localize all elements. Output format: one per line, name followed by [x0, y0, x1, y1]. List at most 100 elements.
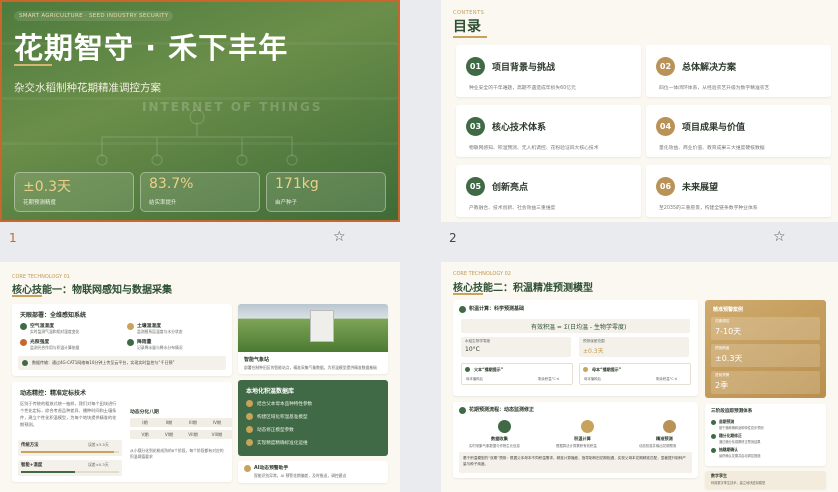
slide-number: 2 [449, 231, 457, 245]
star-icon[interactable]: ☆ [773, 229, 786, 245]
stat-value: ±0.3天 [23, 179, 71, 195]
db-item: 构建区域化积温基准模型 [257, 415, 308, 420]
toc-title: 项目成果与价值 [682, 123, 746, 133]
card-title: 三阶段追踪预测体系 [711, 409, 753, 414]
stat-label: 花期预测精度 [23, 200, 57, 206]
toc-desc: 物联网感知、积温预测、无人机调控、花粉验证四大核心技术 [469, 146, 599, 151]
grid-note: 从小穗分化到花粉成熟的8个阶段，每个阶段都有对应的积温阈值要求 [130, 448, 224, 459]
dynamic-card: 动态精控：精准定标技术 区别于传统的粗放式统一抽样，我们对每个田块进行个性化定标… [12, 382, 232, 482]
check-icon [711, 420, 716, 425]
station-box [310, 310, 334, 342]
twin-card: 数字孪生 利用数字孪生技术，建立地块虚拟模型 [705, 471, 826, 489]
formula-box: 有效积温 = Σ(日均温 - 生物学零度) [461, 319, 690, 333]
case-label: 花期调控 [715, 319, 730, 323]
transmit-bar: 数据传输：通过4G-CAT1网络每10分钟上传至云平台，实现实时监控与“千日预” [18, 356, 226, 370]
check-icon [711, 448, 716, 453]
sun-icon [20, 339, 27, 346]
seed-icon [583, 367, 588, 372]
toc-desc: 四位一体闭环体系，从经验农艺升级为数字精准农艺 [659, 86, 770, 91]
bar-row: 智能+温度 误差±0.3天 [18, 460, 122, 476]
check-desc: 基于播种期和品种特性初步预测 [719, 426, 764, 430]
note-box: 基于积温模型的“双期”预测：根据父本母本不同积温需求，精准计算播差，指导制种田花… [459, 452, 692, 473]
case-stat: 花期调控 7-10天 [711, 317, 820, 340]
toc-number: 03 [466, 117, 485, 136]
case-value: ±0.3天 [715, 354, 743, 363]
toc-desc: 产教融合、技术创新、社会效益三重维度 [469, 206, 556, 211]
slide-3-thumbnail[interactable]: CORE TECHNOLOGY 01 核心技能一：物联网感知与数据采集 天眼部署… [0, 262, 400, 492]
param-value: ±0.3天 [583, 348, 604, 355]
toc-number: 02 [656, 57, 675, 76]
calc-icon [581, 420, 594, 433]
db-item: 实现精度精确标准化运维 [257, 441, 308, 446]
db-item: 结合父本母本品种特性参数 [257, 402, 313, 407]
stat-label: 亩产种子 [275, 200, 298, 206]
sowing-label: 母本“播期提示” [592, 367, 622, 372]
sowing-left: 母本播种后 [584, 377, 601, 381]
case-value: 7-10天 [715, 327, 742, 336]
card-title: AI动态预警助手 [254, 466, 289, 471]
slide-4-thumbnail[interactable]: CORE TECHNOLOGY 02 核心技能二：积温精准预测模型 积温计算：科… [441, 262, 838, 492]
toc-item: 04 项目成果与价值 量化效益、商业价值、教育成果三大维度硬核数据 [646, 105, 831, 157]
soil-icon [127, 323, 134, 330]
toc-title: 未来展望 [682, 183, 719, 193]
sowing-right: 剩余积温°C·d [656, 377, 677, 381]
seed-icon [465, 367, 470, 372]
bar-fill [21, 451, 115, 453]
bar-track [21, 471, 119, 473]
iot-network-graphic [96, 109, 298, 166]
card-title: 天眼部署：全维感知系统 [20, 312, 87, 319]
flow-card: 花期预测流程：动态监测修正 数据收集 实时采集气象数据与作物生长信息 积温计算 … [453, 402, 698, 478]
toc-number: 06 [656, 177, 675, 196]
step-icon [246, 426, 253, 433]
slide-tag: SMART AGRICULTURE · SEED INDUSTRY SECURI… [14, 11, 174, 21]
data-icon [498, 420, 511, 433]
toc-title: 创新亮点 [492, 183, 529, 193]
case-label: 提前预警 [715, 373, 730, 377]
sensor-desc: 记录降水量与降水分布情况 [137, 345, 183, 350]
bar-track [21, 451, 119, 453]
bar-label: 传统方法 [21, 443, 39, 448]
param-box: 预测误差范围 ±0.3天 [579, 337, 689, 357]
step-icon [246, 439, 253, 446]
slide-title: 核心技能二：积温精准预测模型 [453, 283, 593, 294]
toc-title: 核心技术体系 [492, 123, 547, 133]
check-desc: 最终确认花期并启动调控措施 [719, 454, 761, 458]
transmit-text: 数据传输：通过4G-CAT1网络每10分钟上传至云平台，实现实时监控与“千日预” [32, 360, 175, 365]
card-desc: 智能识别异常，AI 预警花期偏差，及时推送，调控建议 [254, 473, 347, 478]
sensor-desc: 监测光合作用与积温计算依据 [30, 345, 80, 350]
toc-desc: 至2035的三重愿景，构建全链条数字种业体系 [659, 206, 758, 211]
bar-label: 智能+温度 [21, 463, 43, 468]
slide-title: 目录 [453, 19, 481, 35]
sensor-name: 土壤温湿度 [137, 324, 161, 329]
toc-item: 01 项目背景与挑战 种业安全的千年难题，高期不遇造成年损失60亿元 [456, 45, 641, 97]
stat-value: 83.7% [149, 176, 194, 192]
tracking-card: 三阶段追踪预测体系 苗期预测 基于播种期和品种特性初步预测 穗分化期修正 通过穗… [705, 404, 826, 466]
wifi-icon [22, 360, 28, 366]
stage-name: 数据收集 [491, 436, 508, 441]
bar-fill [21, 471, 75, 473]
bar-row: 传统方法 误差±3-5天 [18, 440, 122, 456]
bar-value: 误差±0.3天 [88, 462, 109, 467]
slide-title: 核心技能一：物联网感知与数据采集 [12, 285, 172, 296]
stage-name: 精准预测 [656, 436, 673, 441]
stage-name: 积温计算 [574, 436, 591, 441]
toc-item: 03 核心技术体系 物联网感知、积温预测、无人机调控、花粉验证四大核心技术 [456, 105, 641, 157]
sensor-name: 光照强度 [30, 340, 50, 345]
slide-2-thumbnail[interactable]: CONTENTS 目录 01 项目背景与挑战 种业安全的千年难题，高期不遇造成年… [441, 0, 838, 222]
star-icon[interactable]: ☆ [333, 229, 346, 245]
stage-cell: VIII期 [202, 430, 232, 439]
db-item: 动态修正模型参数 [257, 428, 294, 433]
sensor-name: 空气温湿度 [30, 324, 54, 329]
stage-desc: 实时采集气象数据与作物生长信息 [469, 444, 520, 448]
stage-cell: IV期 [202, 418, 232, 427]
slide-1-thumbnail[interactable]: SMART AGRICULTURE · SEED INDUSTRY SECURI… [0, 0, 400, 222]
section-label: CORE TECHNOLOGY 01 [12, 274, 70, 280]
stat-card: 83.7% 结实率提升 [140, 172, 260, 212]
calculator-icon [459, 306, 466, 313]
sowing-label: 父本“播期提示” [474, 367, 504, 372]
stat-card: 171kg 亩产种子 [266, 172, 386, 212]
formula-text: 有效积温 = Σ(日均温 - 生物学零度) [531, 324, 627, 331]
case-stat: 提前预警 2季 [711, 371, 820, 394]
target-icon [663, 420, 676, 433]
case-value: 2季 [715, 381, 729, 390]
